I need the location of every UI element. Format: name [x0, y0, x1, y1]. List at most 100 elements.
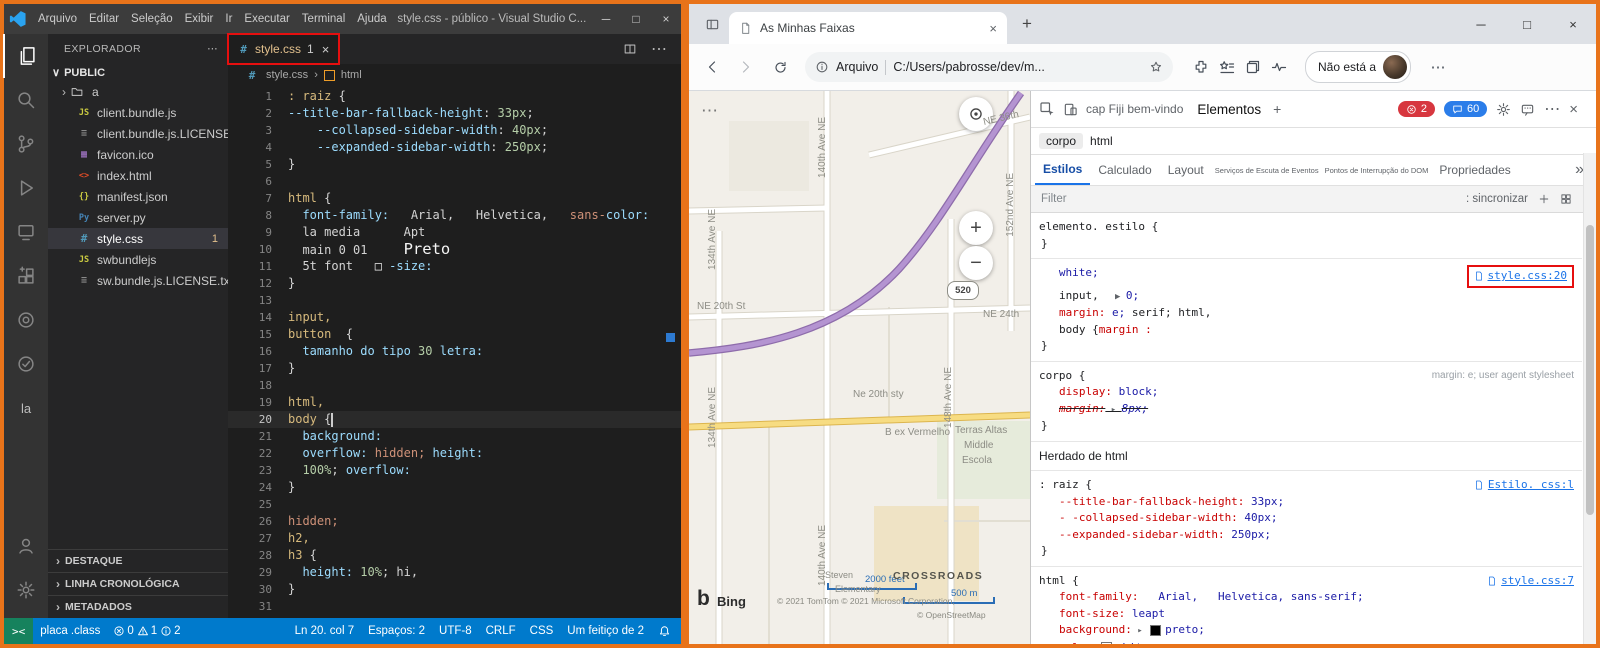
close-button[interactable]: ×	[1550, 4, 1596, 44]
new-style-rule-icon[interactable]	[1538, 193, 1550, 205]
panel-linha-cronológica[interactable]: › LINHA CRONOLÓGICA	[48, 572, 228, 595]
bing-logo[interactable]: b	[697, 587, 710, 611]
search-icon[interactable]	[4, 78, 48, 122]
forward-icon[interactable]	[731, 52, 761, 82]
devtools-tab-servi-os-de-escuta-de-eventos[interactable]: Serviços de Escuta de Eventos	[1212, 156, 1322, 184]
map-handle-icon[interactable]: ⋯	[701, 101, 719, 121]
more-actions-icon[interactable]: ⋯	[207, 43, 218, 55]
file-item-manifest.json[interactable]: {} manifest.json	[48, 186, 228, 207]
menu-terminal[interactable]: Terminal	[296, 13, 351, 25]
css-rule[interactable]: : raiz {Estilo. css:l --title-bar-fallbac…	[1031, 471, 1582, 567]
file-item-sw.bundle.js.LICENSE.txt[interactable]: ≡ sw.bundle.js.LICENSE.txt	[48, 270, 228, 291]
gear-icon[interactable]	[4, 568, 48, 612]
devtools-tab-estilos[interactable]: Estilos	[1035, 155, 1091, 185]
css-declaration[interactable]: colon:white;	[1039, 640, 1574, 644]
scm-icon[interactable]	[4, 122, 48, 166]
remote-indicator[interactable]: ><	[4, 618, 34, 644]
css-rule[interactable]: corpo {margin: e; user agent stylesheet d…	[1031, 362, 1582, 442]
new-tab-button[interactable]: +	[1013, 10, 1041, 38]
maximize-button[interactable]: □	[621, 4, 651, 34]
debug-icon[interactable]	[4, 166, 48, 210]
console-badge[interactable]: 60	[1443, 101, 1488, 117]
check-icon[interactable]	[4, 342, 48, 386]
css-declaration[interactable]: font-size: leapt	[1039, 606, 1574, 623]
breadcrumb-body[interactable]: corpo	[1039, 133, 1084, 149]
status-espa-os-2[interactable]: Espaços: 2	[361, 625, 432, 637]
devtools-scrollbar[interactable]	[1583, 153, 1596, 644]
collections-icon[interactable]	[1245, 59, 1261, 75]
css-declaration[interactable]: --title-bar-fallback-height: 33px;	[1039, 494, 1574, 511]
status-extension-item[interactable]: placa .class	[33, 625, 107, 637]
remote-icon[interactable]	[4, 210, 48, 254]
panel-destaque[interactable]: › DESTAQUE	[48, 549, 228, 572]
maximize-button[interactable]: □	[1504, 4, 1550, 44]
devtools-tab-calculado[interactable]: Calculado	[1090, 156, 1159, 184]
bing-logo-text[interactable]: Bing	[717, 594, 746, 609]
puzzle-icon[interactable]	[1193, 59, 1209, 75]
filter-input[interactable]: Filter	[1041, 193, 1067, 205]
sync-toggle[interactable]: : sincronizar	[1466, 193, 1528, 205]
code-area[interactable]: 1: raiz {2 --title-bar-fallback-height: 3…	[228, 86, 681, 618]
editor-more-icon[interactable]: ⋯	[651, 39, 667, 59]
status-utf-8[interactable]: UTF-8	[432, 625, 479, 637]
tab-close-icon[interactable]: ×	[322, 42, 330, 57]
files-icon[interactable]	[3, 34, 49, 78]
zoom-in-button[interactable]: +	[959, 211, 993, 245]
back-icon[interactable]	[697, 52, 727, 82]
status-ln-20-col-7[interactable]: Ln 20. col 7	[288, 625, 361, 637]
file-item-server.py[interactable]: Py server.py	[48, 207, 228, 228]
devtools-tab-pontos-de-interrup-o-do-dom[interactable]: Pontos de Interrupção do DOM	[1322, 156, 1432, 184]
file-item-client.bundle.js.LICENSE.txt[interactable]: ≡ client.bundle.js.LICENSE.txt	[48, 123, 228, 144]
map[interactable]: ⋯ + − 520 2000 feet 500 m b Bing © 2021 …	[689, 91, 1030, 644]
info-icon[interactable]	[815, 60, 829, 74]
tab-elements[interactable]: Elementos	[1197, 102, 1261, 117]
editor-tab[interactable]: # style.css 1 ×	[226, 33, 341, 65]
css-declaration[interactable]: margin: e; serif; html,	[1039, 305, 1574, 322]
ext-icon[interactable]	[4, 254, 48, 298]
css-declaration[interactable]: font-family: Arial, Helvetica, sans-seri…	[1039, 589, 1574, 606]
color-swatch[interactable]	[1150, 624, 1162, 636]
minimize-button[interactable]: ─	[1458, 4, 1504, 44]
css-declaration[interactable]: - -collapsed-sidebar-width: 40px;	[1039, 510, 1574, 527]
grid-toggle-icon[interactable]	[1560, 193, 1572, 205]
rule-selector[interactable]: white;	[1039, 265, 1099, 282]
scrollbar-thumb[interactable]	[1586, 225, 1594, 515]
close-button[interactable]: ×	[651, 4, 681, 34]
css-rule[interactable]: html { style.css:7 font-family: Arial, Hel…	[1031, 567, 1582, 644]
file-item-client.bundle.js[interactable]: JS client.bundle.js	[48, 102, 228, 123]
color-swatch[interactable]	[1100, 642, 1112, 644]
css-declaration[interactable]: background: ▸ preto;	[1039, 622, 1574, 640]
essentials-icon[interactable]	[1271, 59, 1287, 75]
stylesheet-link[interactable]: style.css:7	[1487, 573, 1574, 590]
css-declaration[interactable]: display: block;	[1039, 384, 1574, 401]
minimize-button[interactable]: ─	[591, 4, 621, 34]
menu-seleção[interactable]: Seleção	[125, 13, 179, 25]
folder-section-public[interactable]: ∨ PUBLIC	[48, 64, 228, 81]
stylesheet-link[interactable]: style.css:20	[1466, 265, 1574, 288]
status-um-feiti-o-de-2[interactable]: Um feitiço de 2	[560, 625, 651, 637]
browser-tab[interactable]: As Minhas Faixas ×	[729, 12, 1007, 44]
devtools-close-icon[interactable]: ×	[1569, 101, 1578, 118]
refresh-icon[interactable]	[765, 52, 795, 82]
rule-selector[interactable]: html {	[1039, 573, 1079, 590]
css-declaration[interactable]: --expanded-sidebar-width: 250px;	[1039, 527, 1574, 544]
device-toolbar-icon[interactable]	[1063, 102, 1078, 117]
rule-selector[interactable]: corpo {	[1039, 368, 1085, 385]
css-rule[interactable]: white; style.css:20 input, ▶ 0; margin: e; …	[1031, 259, 1582, 362]
menu-editar[interactable]: Editar	[83, 13, 125, 25]
file-item-a[interactable]: › a	[48, 81, 228, 102]
menu-executar[interactable]: Executar	[238, 13, 295, 25]
feedback-icon[interactable]	[1520, 102, 1535, 117]
address-bar[interactable]: Arquivo C:/Users/pabrosse/dev/m...	[805, 52, 1173, 82]
devtools-more-icon[interactable]: ⋯	[1544, 99, 1560, 119]
menu-ir[interactable]: Ir	[219, 13, 238, 25]
inspect-icon[interactable]	[1039, 101, 1055, 117]
file-item-favicon.ico[interactable]: ▦ favicon.ico	[48, 144, 228, 165]
file-item-swbundlejs[interactable]: JS swbundlejs	[48, 249, 228, 270]
zoom-out-button[interactable]: −	[959, 246, 993, 280]
settings-more-icon[interactable]: ⋯	[1423, 52, 1453, 82]
status-crlf[interactable]: CRLF	[479, 625, 523, 637]
file-item-style.css[interactable]: # style.css 1	[48, 228, 228, 249]
la-icon[interactable]: la	[4, 386, 48, 430]
ring-icon[interactable]	[4, 298, 48, 342]
